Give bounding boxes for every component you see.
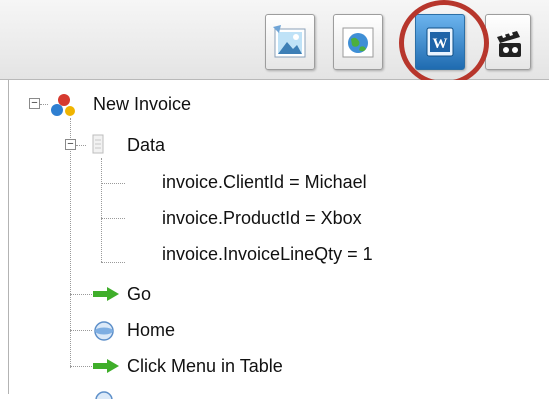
test-step-tree	[0, 80, 549, 394]
tree-node-new-invoice[interactable]: New Invoice	[93, 94, 191, 114]
tree-connector	[40, 104, 48, 105]
toolbar: W	[0, 0, 549, 86]
word-document-icon: W	[421, 23, 459, 61]
data-expander[interactable]: −	[65, 139, 76, 150]
green-arrow-icon	[92, 358, 120, 379]
data-item-product-id[interactable]: invoice.ProductId = Xbox	[162, 208, 362, 228]
tree-connector	[70, 294, 92, 295]
tree-step-go[interactable]: Go	[127, 284, 151, 304]
picture-icon	[271, 23, 309, 61]
web-button[interactable]	[333, 14, 383, 70]
tree-step-click-menu-in-table[interactable]: Click Menu in Table	[127, 356, 283, 376]
invoice-node-icon	[50, 93, 78, 122]
tree-connector	[70, 330, 92, 331]
film-reel-icon	[489, 23, 527, 61]
data-item-client-id[interactable]: invoice.ClientId = Michael	[162, 172, 367, 192]
tree-connector	[70, 366, 92, 367]
tree-connector	[76, 145, 86, 146]
word-export-button[interactable]: W	[415, 14, 465, 70]
home-globe-icon	[93, 320, 115, 347]
tree-connector	[101, 218, 125, 219]
tree-connector	[101, 158, 102, 262]
data-item-invoice-line-qty[interactable]: invoice.InvoiceLineQty = 1	[162, 244, 373, 264]
tree-connector	[101, 262, 125, 263]
svg-text:W: W	[433, 36, 448, 52]
data-node-icon	[89, 132, 113, 161]
root-expander[interactable]: −	[29, 98, 40, 109]
tree-step-home[interactable]: Home	[127, 320, 175, 340]
tree-connector	[101, 183, 125, 184]
cut-off-node-icon	[93, 386, 115, 404]
globe-icon	[339, 23, 377, 61]
tree-node-data[interactable]: Data	[127, 135, 165, 155]
record-button[interactable]	[485, 14, 531, 70]
tree-left-border	[8, 80, 9, 394]
green-arrow-icon	[92, 286, 120, 307]
insert-image-button[interactable]	[265, 14, 315, 70]
